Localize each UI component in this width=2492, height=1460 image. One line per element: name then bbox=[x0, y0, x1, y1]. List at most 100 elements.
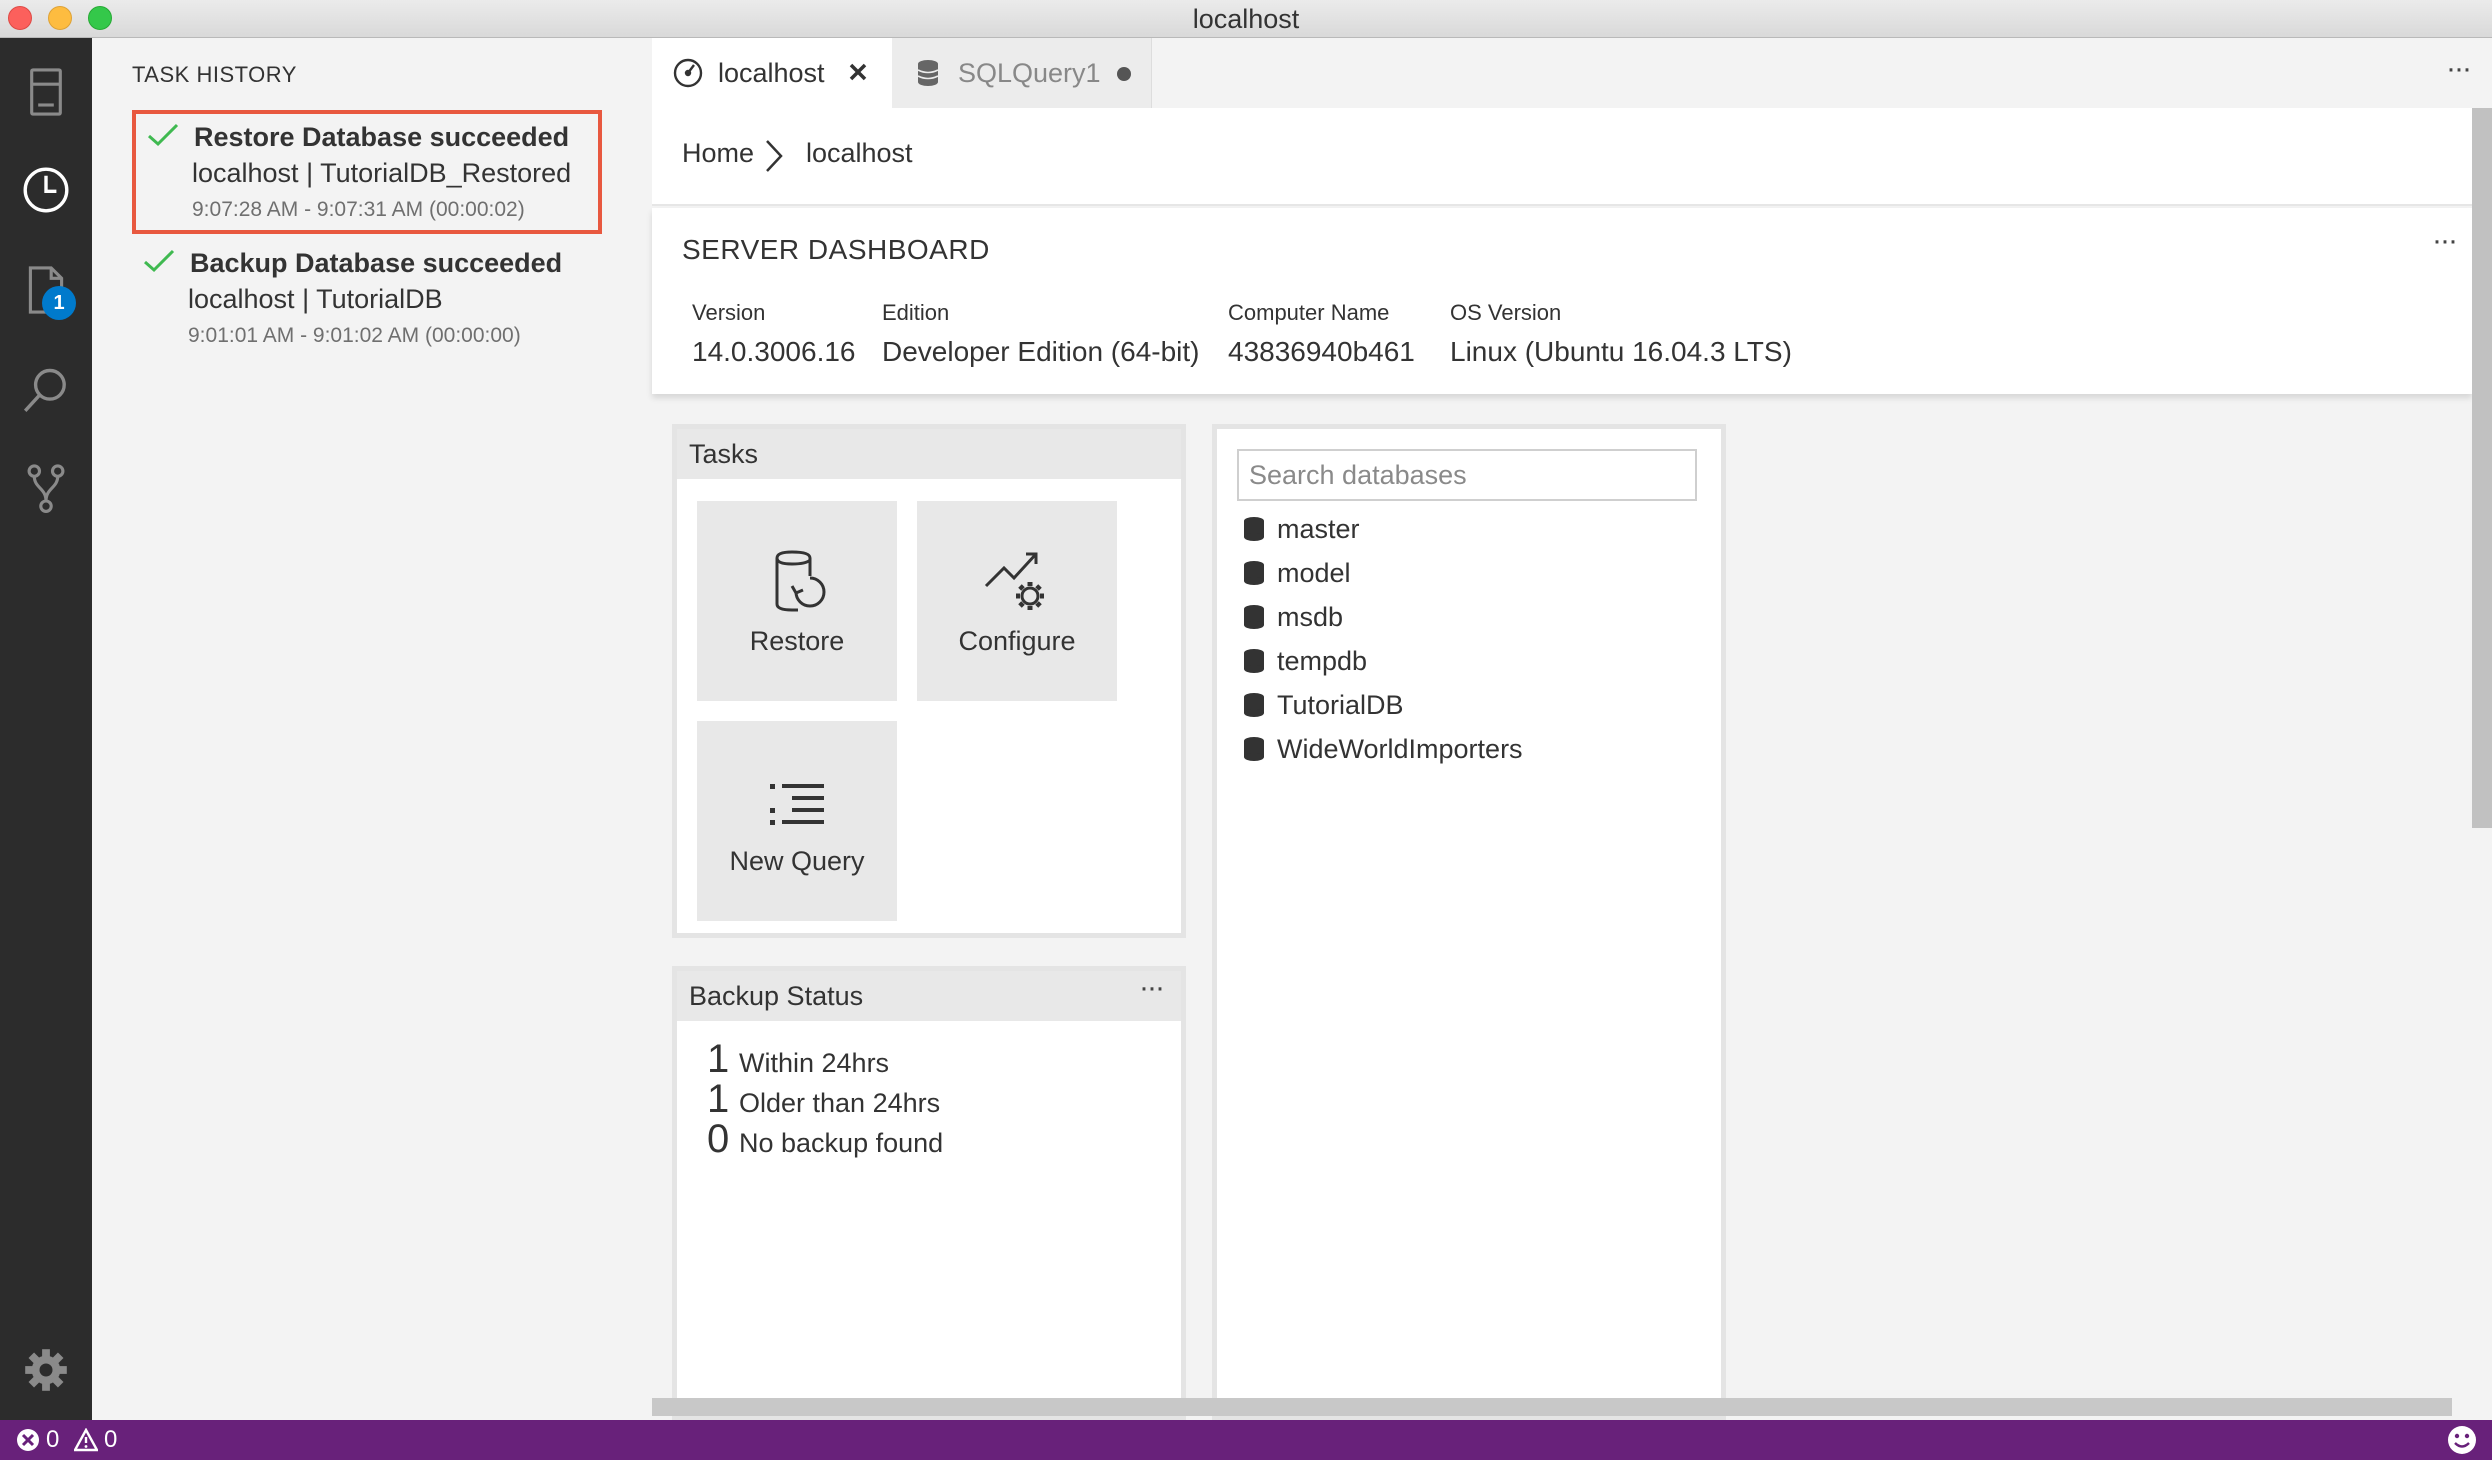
backup-label: Older than 24hrs bbox=[739, 1088, 941, 1118]
database-icon bbox=[1244, 693, 1264, 717]
task-time: 9:07:28 AM - 9:07:31 AM (00:00:02) bbox=[192, 198, 525, 221]
errors-indicator[interactable]: 0 bbox=[16, 1426, 59, 1454]
panel-title: TASK HISTORY bbox=[132, 62, 297, 87]
widget-header: Backup Status ··· bbox=[677, 971, 1181, 1021]
error-icon bbox=[17, 1429, 39, 1451]
database-name: tempdb bbox=[1277, 645, 1368, 676]
clock-icon bbox=[23, 167, 69, 213]
property-os-version: OS Version Linux (Ubuntu 16.04.3 LTS) bbox=[1450, 300, 1792, 368]
error-count: 0 bbox=[46, 1426, 60, 1453]
database-item[interactable]: TutorialDB bbox=[1243, 683, 1523, 727]
database-list: master model msdb tempdb TutorialDB Wide… bbox=[1243, 507, 1523, 771]
database-icon bbox=[1244, 649, 1264, 673]
property-label: Version bbox=[692, 300, 766, 325]
database-icon bbox=[1244, 517, 1264, 541]
task-history-item[interactable]: Backup Database succeeded localhost | Tu… bbox=[132, 240, 602, 364]
tab-localhost[interactable]: localhost bbox=[652, 38, 892, 108]
database-item[interactable]: tempdb bbox=[1243, 639, 1523, 683]
unsaved-dot-icon bbox=[1117, 67, 1131, 81]
activity-bar: 1 bbox=[0, 38, 92, 1420]
editor-area: localhost SQLQuery1 ··· Home localhost S… bbox=[652, 38, 2492, 1420]
new-query-icon bbox=[770, 783, 824, 825]
backup-row-older-than-24hrs: 1 Older than 24hrs bbox=[707, 1077, 940, 1122]
status-bar: 0 0 bbox=[0, 1420, 2492, 1460]
activity-settings[interactable] bbox=[14, 1338, 78, 1402]
configure-icon bbox=[984, 552, 1044, 610]
database-icon bbox=[917, 60, 939, 86]
breadcrumb-home[interactable]: Home bbox=[682, 138, 754, 169]
task-subtitle: localhost | TutorialDB_Restored bbox=[192, 158, 572, 188]
task-tile-label: New Query bbox=[729, 845, 865, 876]
task-history-panel: TASK HISTORY Restore Database succeeded … bbox=[92, 38, 652, 1420]
new-query-task-button[interactable]: New Query bbox=[697, 721, 897, 921]
dashboard-icon bbox=[673, 58, 703, 88]
widget-title: Backup Status bbox=[689, 981, 864, 1011]
activity-search[interactable] bbox=[14, 358, 78, 422]
property-value: 43836940b461 bbox=[1228, 336, 1415, 367]
backup-status-widget: Backup Status ··· 1 Within 24hrs 1 Older… bbox=[672, 966, 1186, 1420]
task-time: 9:01:01 AM - 9:01:02 AM (00:00:00) bbox=[188, 324, 521, 347]
activity-task-history[interactable] bbox=[14, 158, 78, 222]
tab-label: localhost bbox=[718, 57, 825, 88]
widget-title: Tasks bbox=[689, 439, 759, 469]
database-name: TutorialDB bbox=[1277, 689, 1404, 720]
property-edition: Edition Developer Edition (64-bit) bbox=[882, 300, 1200, 368]
widget-header: Tasks bbox=[677, 429, 1181, 479]
gear-icon bbox=[25, 1349, 67, 1391]
tab-sqlquery1[interactable]: SQLQuery1 bbox=[892, 38, 1152, 108]
smiley-icon[interactable] bbox=[2446, 1424, 2478, 1456]
property-label: OS Version bbox=[1450, 300, 1562, 325]
widget-more-button[interactable]: ··· bbox=[1131, 973, 1171, 1007]
task-subtitle: localhost | TutorialDB bbox=[188, 284, 443, 314]
page-title: SERVER DASHBOARD bbox=[682, 234, 990, 265]
database-name: master bbox=[1277, 513, 1360, 544]
horizontal-scrollbar[interactable] bbox=[652, 1398, 2452, 1416]
task-tile-label: Restore bbox=[749, 625, 845, 656]
window-title: localhost bbox=[1192, 4, 1300, 34]
restore-task-button[interactable]: Restore bbox=[697, 501, 897, 701]
warning-icon bbox=[74, 1428, 98, 1452]
activity-source-control[interactable] bbox=[14, 456, 78, 520]
property-value: Developer Edition (64-bit) bbox=[882, 336, 1200, 367]
database-icon bbox=[1244, 737, 1264, 761]
database-name: msdb bbox=[1277, 601, 1344, 632]
check-icon bbox=[144, 249, 175, 273]
configure-task-button[interactable]: Configure bbox=[917, 501, 1117, 701]
tasks-widget: Tasks Restore Configure New Query bbox=[672, 424, 1186, 938]
search-databases-input[interactable] bbox=[1237, 449, 1697, 501]
dashboard-more-button[interactable]: ··· bbox=[2424, 226, 2464, 260]
branch-icon bbox=[27, 464, 65, 513]
property-computer-name: Computer Name 43836940b461 bbox=[1228, 300, 1415, 368]
vertical-scrollbar[interactable] bbox=[2472, 108, 2492, 828]
task-title: Restore Database succeeded bbox=[194, 122, 570, 152]
server-icon bbox=[30, 68, 62, 116]
databases-widget: master model msdb tempdb TutorialDB Wide… bbox=[1212, 424, 1726, 1420]
database-icon bbox=[1244, 561, 1264, 585]
explorer-badge: 1 bbox=[42, 286, 76, 320]
activity-explorer[interactable]: 1 bbox=[14, 258, 78, 322]
activity-servers[interactable] bbox=[14, 60, 78, 124]
database-item[interactable]: master bbox=[1243, 507, 1523, 551]
restore-icon bbox=[775, 549, 826, 611]
check-icon bbox=[148, 123, 179, 147]
backup-row-within-24hrs: 1 Within 24hrs bbox=[707, 1037, 889, 1082]
database-item[interactable]: model bbox=[1243, 551, 1523, 595]
property-value: Linux (Ubuntu 16.04.3 LTS) bbox=[1450, 336, 1792, 367]
backup-count: 0 bbox=[707, 1117, 730, 1161]
database-item[interactable]: msdb bbox=[1243, 595, 1523, 639]
database-name: model bbox=[1277, 557, 1351, 588]
task-history-item[interactable]: Restore Database succeeded localhost | T… bbox=[132, 110, 602, 234]
more-actions-button[interactable]: ··· bbox=[2438, 54, 2478, 88]
database-item[interactable]: WideWorldImporters bbox=[1243, 727, 1523, 771]
warnings-indicator[interactable]: 0 bbox=[74, 1426, 117, 1454]
breadcrumb-current: localhost bbox=[806, 138, 913, 168]
task-title: Backup Database succeeded bbox=[190, 248, 563, 278]
close-icon[interactable] bbox=[844, 58, 872, 86]
backup-count: 1 bbox=[707, 1037, 730, 1081]
backup-label: No backup found bbox=[739, 1128, 944, 1158]
backup-count: 1 bbox=[707, 1077, 730, 1121]
property-value: 14.0.3006.16 bbox=[692, 336, 856, 367]
property-label: Edition bbox=[882, 300, 950, 325]
database-name: WideWorldImporters bbox=[1277, 733, 1523, 764]
backup-label: Within 24hrs bbox=[739, 1048, 890, 1078]
